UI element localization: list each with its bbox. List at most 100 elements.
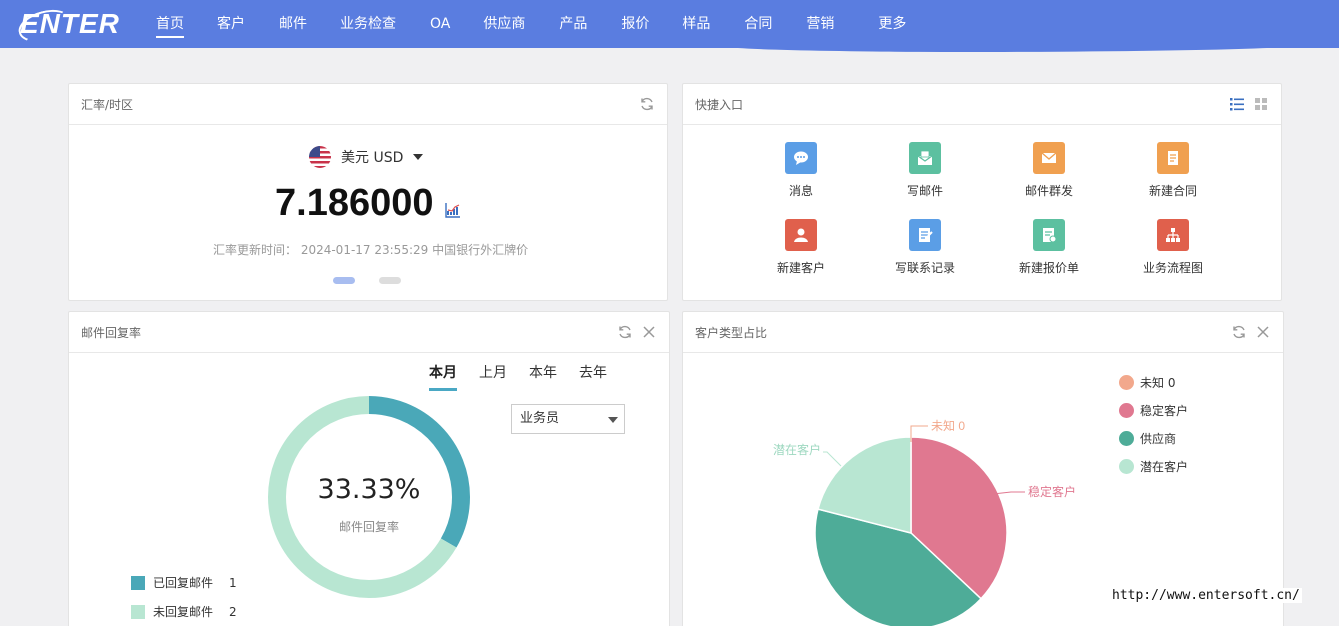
legend-count: 1 — [229, 575, 237, 590]
compose-mail-icon — [909, 142, 941, 174]
site-watermark: http://www.entersoft.cn/ — [1110, 588, 1302, 603]
mail-reply-rate-panel: 邮件回复率 本月 上月 本年 去年 业务员 33.33% 邮件回复率 已回复邮件… — [68, 311, 670, 626]
callout-potential: 潜在客户 — [773, 442, 821, 457]
logo[interactable]: ENTER — [15, 4, 120, 48]
panel-header: 汇率/时区 — [69, 84, 667, 125]
tab-last-month[interactable]: 上月 — [479, 362, 507, 391]
trend-chart-icon[interactable] — [445, 202, 461, 218]
view-toggle — [1229, 96, 1269, 112]
quick-item-new-contract[interactable]: 新建合同 — [1111, 142, 1235, 199]
quick-item-label: 新建合同 — [1148, 184, 1197, 198]
nav-item-marketing[interactable]: 营销 — [806, 0, 834, 48]
close-icon[interactable] — [641, 324, 657, 340]
legend-swatch — [1119, 403, 1134, 418]
legend-item-potential[interactable]: 潜在客户 — [1119, 458, 1188, 475]
nav-item-contract[interactable]: 合同 — [744, 0, 772, 48]
currency-label: 美元 USD — [341, 150, 404, 166]
carousel-pager — [333, 277, 401, 284]
quick-item-new-customer[interactable]: 新建客户 — [739, 219, 863, 276]
legend-label: 已回复邮件 — [153, 576, 214, 590]
main-nav: 首页 客户 邮件 业务检查 OA 供应商 产品 报价 样品 合同 营销 更多 — [140, 0, 906, 48]
legend-item-supplier[interactable]: 供应商 — [1119, 430, 1188, 447]
panel-tools — [617, 324, 657, 340]
panel-header: 快捷入口 — [683, 84, 1281, 125]
legend-swatch — [131, 575, 145, 590]
chat-icon — [785, 142, 817, 174]
quick-entry-grid: 消息 写邮件 邮件群发 新建合同 新建客户 写联系记录 新建报价单 业务流程图 — [739, 142, 1235, 276]
legend-item-unknown[interactable]: 未知 0 — [1119, 374, 1188, 391]
nav-item-home[interactable]: 首页 — [156, 0, 184, 48]
nav-item-more[interactable]: 更多 — [878, 0, 906, 48]
reply-legend: 已回复邮件 1 未回复邮件 2 — [131, 574, 237, 626]
chevron-down-icon — [413, 154, 424, 160]
quick-item-write-mail[interactable]: 写邮件 — [863, 142, 987, 199]
legend-swatch — [1119, 431, 1134, 446]
nav-item-quote[interactable]: 报价 — [621, 0, 649, 48]
currency-selector[interactable]: 美元 USD — [309, 146, 424, 168]
exchange-rate-panel: 汇率/时区 美元 USD 7.186000 汇率更新时间： 2024-01-17… — [68, 83, 668, 301]
quick-item-label: 业务流程图 — [1142, 261, 1203, 275]
panel-title: 邮件回复率 — [81, 326, 142, 340]
quick-item-message[interactable]: 消息 — [739, 142, 863, 199]
legend-swatch — [1119, 375, 1134, 390]
nav-item-customer[interactable]: 客户 — [217, 0, 245, 48]
quote-icon — [1033, 219, 1065, 251]
callout-stable: 稳定客户 — [1028, 484, 1076, 499]
customer-icon — [785, 219, 817, 251]
legend-swatch — [131, 604, 145, 619]
note-icon — [909, 219, 941, 251]
panel-title: 快捷入口 — [695, 98, 744, 112]
tab-this-year[interactable]: 本年 — [529, 362, 557, 391]
refresh-icon[interactable] — [617, 324, 633, 340]
quick-item-label: 新建报价单 — [1018, 261, 1079, 275]
legend-label: 供应商 — [1140, 432, 1177, 446]
panel-header: 邮件回复率 — [69, 312, 669, 353]
tab-this-month[interactable]: 本月 — [429, 362, 457, 391]
pager-dot-2[interactable] — [379, 277, 401, 284]
salesperson-select[interactable]: 业务员 — [511, 404, 625, 434]
legend-item-replied[interactable]: 已回复邮件 1 — [131, 574, 237, 591]
mass-mail-icon — [1033, 142, 1065, 174]
quick-entry-panel: 快捷入口 消息 写邮件 邮件群发 新建合同 新建客户 写联系记录 新建报价单 业… — [682, 83, 1282, 301]
grid-view-icon[interactable] — [1253, 96, 1269, 112]
reply-rate-percent: 33.33% — [317, 474, 421, 505]
callout-unknown: 未知 0 — [931, 419, 965, 433]
nav-item-sample[interactable]: 样品 — [682, 0, 710, 48]
callout-line-potential — [823, 451, 842, 467]
chevron-down-icon — [608, 417, 618, 423]
customer-type-pie-chart: 未知 0 稳定客户 潜在客户 — [773, 419, 1076, 626]
quick-item-label: 消息 — [788, 184, 813, 198]
period-tabs: 本月 上月 本年 去年 — [429, 362, 607, 391]
quick-item-flowchart[interactable]: 业务流程图 — [1111, 219, 1235, 276]
top-nav-bar: ENTER 首页 客户 邮件 业务检查 OA 供应商 产品 报价 样品 合同 营… — [0, 0, 1339, 52]
customer-type-legend: 未知 0 稳定客户 供应商 潜在客户 — [1119, 374, 1188, 486]
nav-item-mail[interactable]: 邮件 — [279, 0, 307, 48]
quick-item-contact-record[interactable]: 写联系记录 — [863, 219, 987, 276]
rate-update-note: 汇率更新时间： 2024-01-17 23:55:29 中国银行外汇牌价 — [213, 243, 529, 257]
panel-tools — [1231, 324, 1271, 340]
quick-item-new-quote[interactable]: 新建报价单 — [987, 219, 1111, 276]
nav-item-product[interactable]: 产品 — [559, 0, 587, 48]
panel-title: 客户类型占比 — [695, 326, 768, 340]
legend-label: 未知 0 — [1140, 376, 1176, 390]
refresh-icon[interactable] — [639, 96, 655, 112]
exchange-rate-value: 7.186000 — [275, 182, 434, 224]
tab-last-year[interactable]: 去年 — [579, 362, 607, 391]
refresh-icon[interactable] — [1231, 324, 1247, 340]
nav-item-supplier[interactable]: 供应商 — [483, 0, 525, 48]
quick-item-label: 新建客户 — [776, 261, 825, 275]
legend-item-stable[interactable]: 稳定客户 — [1119, 402, 1188, 419]
nav-item-oa[interactable]: OA — [430, 0, 450, 48]
legend-item-unreplied[interactable]: 未回复邮件 2 — [131, 603, 237, 620]
panel-tools — [639, 96, 655, 112]
quick-item-label: 写联系记录 — [894, 261, 955, 275]
quick-item-label: 写邮件 — [906, 184, 943, 198]
legend-swatch — [1119, 459, 1134, 474]
quick-item-mass-mail[interactable]: 邮件群发 — [987, 142, 1111, 199]
list-view-icon[interactable] — [1229, 96, 1245, 112]
pager-dot-1[interactable] — [333, 277, 355, 284]
flowchart-icon — [1157, 219, 1189, 251]
close-icon[interactable] — [1255, 324, 1271, 340]
nav-item-business-check[interactable]: 业务检查 — [340, 0, 396, 48]
panel-header: 客户类型占比 — [683, 312, 1283, 353]
